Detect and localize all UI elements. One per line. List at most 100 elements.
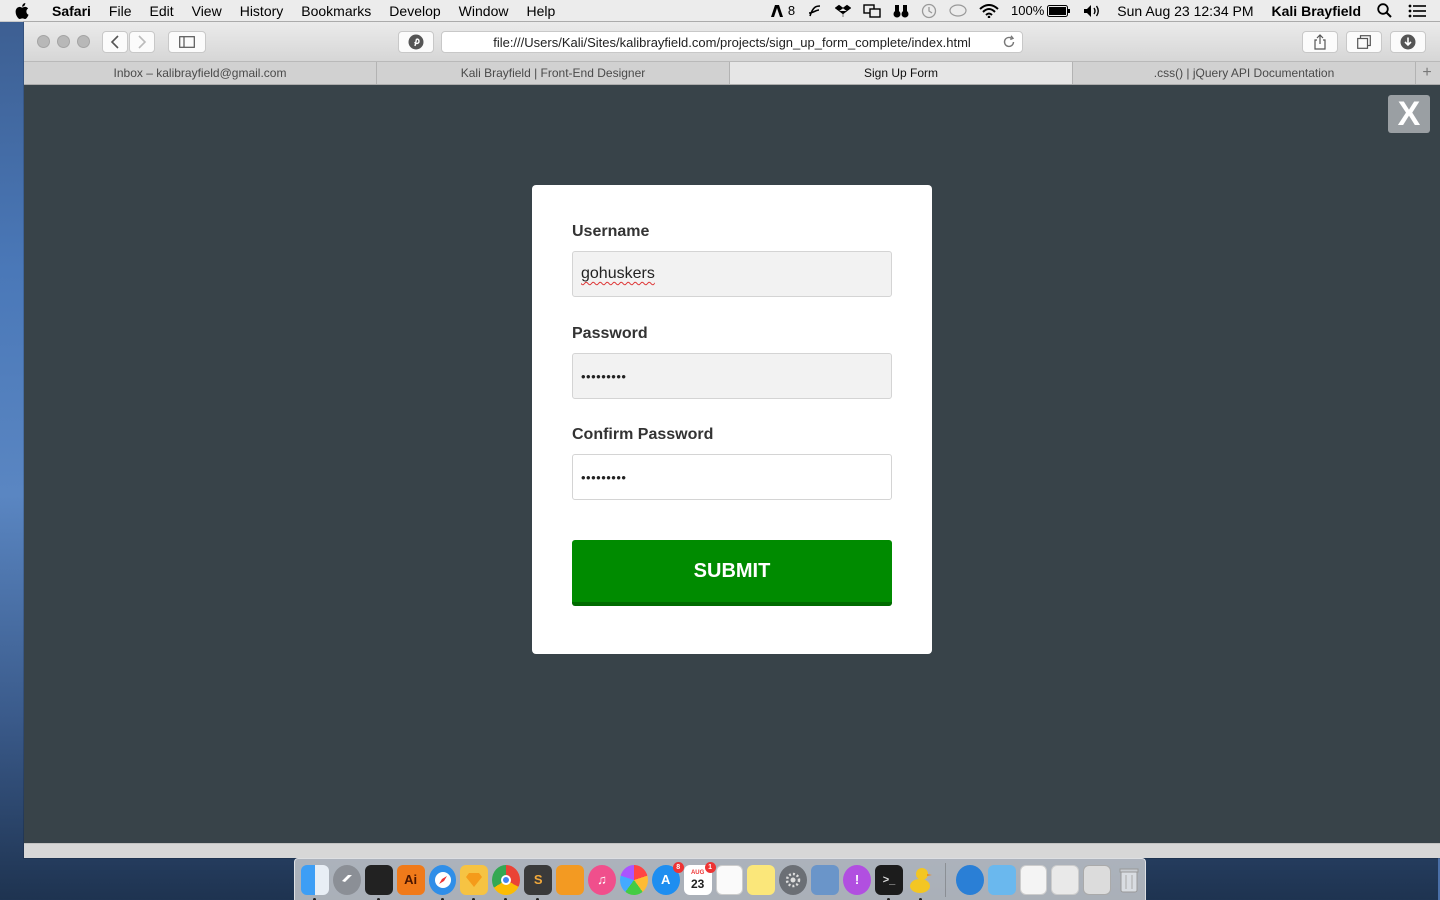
new-tab-button[interactable]: +	[1416, 62, 1438, 84]
activity-monitor-icon[interactable]	[364, 864, 393, 900]
screen-share-icon[interactable]	[857, 0, 887, 22]
document-stack-icon[interactable]	[1019, 864, 1048, 895]
tab-overview-icon	[1357, 35, 1371, 49]
app-store-icon[interactable]: A8	[651, 861, 684, 895]
tab-bar: Inbox – kalibrayfield@gmail.com Kali Bra…	[24, 62, 1440, 85]
username-label: Username	[572, 223, 650, 240]
apple-menu-icon[interactable]	[0, 2, 44, 19]
dock-separator	[944, 862, 946, 897]
adobe-status-icon[interactable]: 8	[764, 0, 801, 22]
network-globe-icon[interactable]	[955, 864, 984, 895]
safari-icon[interactable]	[428, 864, 457, 900]
sidebar-button[interactable]	[168, 31, 206, 53]
terminal-icon[interactable]: >_	[875, 864, 903, 900]
forward-button[interactable]	[129, 31, 155, 53]
sublime-text-icon[interactable]: S	[524, 864, 553, 900]
username-field[interactable]: gohuskers	[572, 251, 892, 297]
reload-icon	[1003, 35, 1015, 48]
battery-percent: 100%	[1011, 3, 1045, 18]
menu-app-safari[interactable]: Safari	[44, 0, 100, 22]
wifi-icon[interactable]	[973, 0, 1005, 22]
cyberduck-icon[interactable]	[907, 865, 935, 900]
browser-toolbar: file:///Users/Kali/Sites/kalibrayfield.c…	[24, 22, 1440, 62]
horizontal-scrollbar[interactable]	[24, 843, 1440, 858]
confirm-password-label: Confirm Password	[572, 426, 714, 443]
tab-jquery-docs[interactable]: .css() | jQuery API Documentation	[1073, 62, 1416, 84]
ibooks-icon[interactable]	[556, 864, 585, 895]
dock: Ai S ♫ A8 AUG 23 1 ! >_	[294, 858, 1146, 900]
messages-icon[interactable]	[943, 0, 973, 22]
downloads-stack-icon[interactable]	[1051, 864, 1080, 895]
user-name[interactable]: Kali Brayfield	[1262, 0, 1371, 22]
calendar-month: AUG	[690, 869, 705, 876]
window-zoom-dot[interactable]	[77, 35, 90, 48]
password-label: Password	[572, 325, 648, 342]
menu-help[interactable]: Help	[517, 0, 564, 22]
tab-sign-up-form[interactable]: Sign Up Form	[730, 62, 1073, 84]
sign-up-form: Username gohuskers Password ••••••••• Co…	[532, 185, 932, 654]
pinterest-icon	[408, 34, 424, 50]
calendar-icon[interactable]: AUG 23 1	[683, 861, 716, 895]
reminders-icon[interactable]	[715, 864, 744, 895]
status-area: 8 100% Sun Aug 23 12:34 PM Kali Brayfiel…	[764, 0, 1440, 22]
sketch-icon[interactable]	[460, 864, 489, 900]
tab-overview-button[interactable]	[1346, 31, 1382, 53]
script-status-icon[interactable]	[801, 0, 829, 22]
pinterest-button[interactable]	[398, 31, 434, 53]
notification-center-icon[interactable]	[1398, 0, 1440, 22]
volume-icon[interactable]	[1077, 0, 1109, 22]
password-value: •••••••••	[581, 368, 627, 384]
preview-icon[interactable]	[811, 864, 840, 895]
submit-button[interactable]: SUBMIT	[572, 540, 892, 606]
back-button[interactable]	[102, 31, 128, 53]
applications-folder-icon[interactable]	[987, 864, 1016, 895]
system-preferences-icon[interactable]	[779, 864, 808, 895]
chevron-left-icon	[110, 35, 119, 49]
confirm-password-value: •••••••••	[581, 469, 627, 485]
close-button[interactable]: X	[1388, 95, 1430, 133]
spotlight-search-icon[interactable]	[1371, 0, 1398, 22]
trash-icon[interactable]	[1115, 865, 1143, 895]
menu-bookmarks[interactable]: Bookmarks	[292, 0, 380, 22]
menu-bar: Safari File Edit View History Bookmarks …	[0, 0, 1440, 22]
url-text: file:///Users/Kali/Sites/kalibrayfield.c…	[493, 34, 971, 50]
illustrator-icon[interactable]: Ai	[396, 864, 425, 895]
window-close-dot[interactable]	[37, 35, 50, 48]
address-bar[interactable]: file:///Users/Kali/Sites/kalibrayfield.c…	[441, 31, 1023, 53]
podcasts-icon[interactable]: !	[843, 864, 872, 895]
calendar-badge: 1	[704, 861, 716, 873]
battery-icon	[1047, 4, 1071, 17]
screenshot-stack-icon[interactable]	[1083, 864, 1112, 895]
chrome-icon[interactable]	[492, 864, 521, 900]
menu-history[interactable]: History	[231, 0, 293, 22]
share-icon	[1314, 34, 1326, 50]
menu-edit[interactable]: Edit	[140, 0, 182, 22]
notes-icon[interactable]	[747, 864, 776, 895]
share-button[interactable]	[1302, 31, 1338, 53]
password-field[interactable]: •••••••••	[572, 353, 892, 399]
itunes-icon[interactable]: ♫	[588, 864, 616, 895]
downloads-button[interactable]	[1390, 31, 1426, 53]
finder-icon[interactable]	[301, 864, 329, 900]
safari-window: file:///Users/Kali/Sites/kalibrayfield.c…	[24, 22, 1440, 858]
menu-window[interactable]: Window	[450, 0, 518, 22]
tab-inbox[interactable]: Inbox – kalibrayfield@gmail.com	[24, 62, 377, 84]
clock[interactable]: Sun Aug 23 12:34 PM	[1109, 0, 1261, 22]
dropbox-icon[interactable]	[829, 0, 857, 22]
binoculars-icon[interactable]	[887, 0, 915, 22]
menu-view[interactable]: View	[183, 0, 231, 22]
window-minimize-dot[interactable]	[57, 35, 70, 48]
launchpad-icon[interactable]	[332, 864, 361, 895]
app-store-badge: 8	[672, 861, 684, 873]
chevron-right-icon	[138, 35, 147, 49]
confirm-password-field[interactable]: •••••••••	[572, 454, 892, 500]
username-value: gohuskers	[581, 265, 655, 282]
page-content: X Username gohuskers Password ••••••••• …	[24, 85, 1440, 843]
calendar-day: 23	[690, 876, 705, 891]
menu-develop[interactable]: Develop	[380, 0, 449, 22]
time-machine-icon[interactable]	[915, 0, 943, 22]
battery-status[interactable]: 100%	[1005, 0, 1077, 22]
photos-icon[interactable]	[619, 864, 648, 895]
tab-portfolio[interactable]: Kali Brayfield | Front-End Designer	[377, 62, 730, 84]
menu-file[interactable]: File	[100, 0, 141, 22]
